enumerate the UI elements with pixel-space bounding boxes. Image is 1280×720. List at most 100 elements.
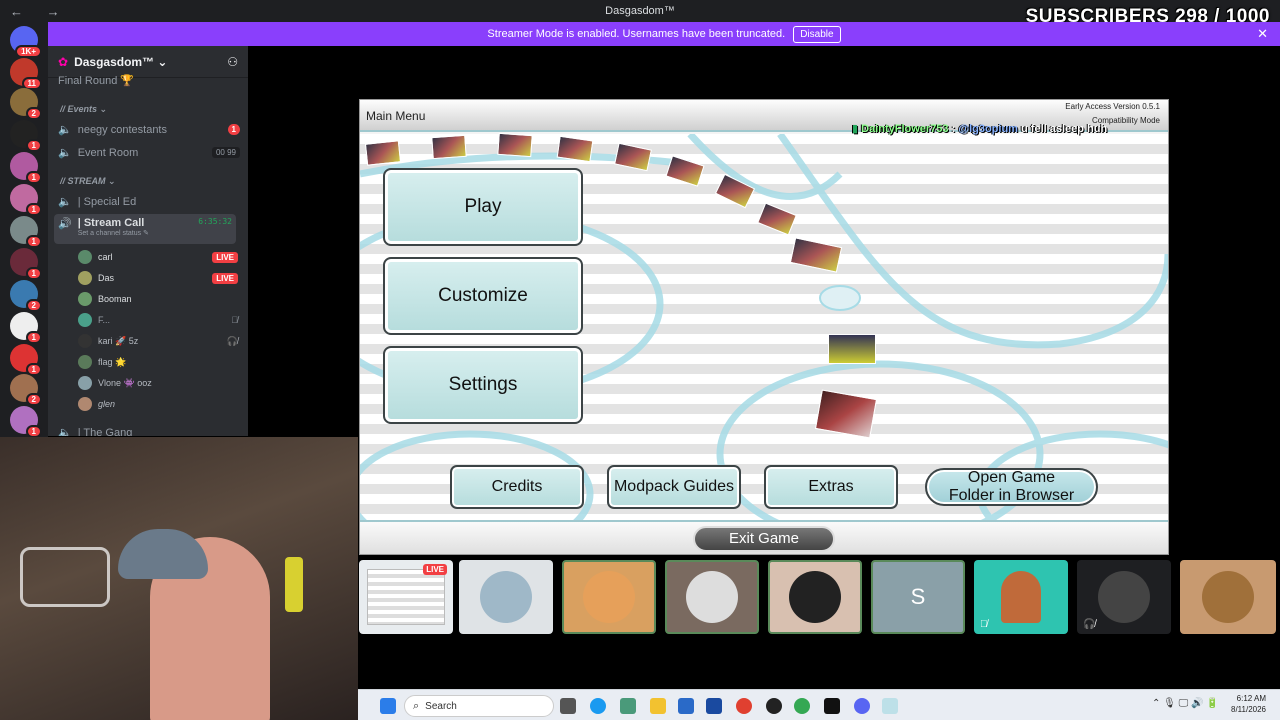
voice-user[interactable]: glen bbox=[78, 397, 238, 411]
edge-icon[interactable] bbox=[590, 698, 606, 714]
chat-username: DaintyFlower753 bbox=[861, 123, 949, 135]
disable-streamer-button[interactable]: Disable bbox=[793, 25, 841, 43]
participant-tile[interactable]: 🎧̸ bbox=[1077, 560, 1171, 634]
channel-the-gang[interactable]: 🔈 | The Gang bbox=[58, 426, 240, 437]
call-timer: 6:35:32 bbox=[198, 217, 232, 226]
server-icon[interactable]: 11 bbox=[10, 58, 42, 90]
participant-tile[interactable] bbox=[665, 560, 759, 634]
thumbnail-image bbox=[497, 132, 533, 158]
server-icon[interactable]: 1 bbox=[10, 248, 42, 280]
speaker-icon: 🔈 bbox=[58, 427, 72, 436]
channel-event-room[interactable]: 🔈 Event Room 00 99 bbox=[58, 146, 240, 159]
game-window: Main Menu Early Access Version 0.5.1 Com… bbox=[359, 99, 1169, 555]
play-button[interactable]: Play bbox=[383, 168, 583, 246]
participant-tile[interactable] bbox=[1180, 560, 1276, 634]
voice-user[interactable]: kari 🚀 5z 🎧̸ bbox=[78, 334, 238, 348]
server-icon[interactable]: 1 bbox=[10, 312, 42, 344]
app-icon[interactable] bbox=[620, 698, 636, 714]
taskbar-search[interactable]: ⌕ Search bbox=[404, 695, 554, 717]
open-folder-button[interactable]: Open Game Folder in Browser bbox=[925, 468, 1098, 506]
guild-name: Dasgasdom™ ⌄ bbox=[74, 54, 168, 69]
webcam-feed bbox=[0, 437, 358, 720]
server-icon[interactable]: 1 bbox=[10, 344, 42, 376]
channel-status[interactable]: Set a channel status ✎ bbox=[78, 229, 149, 237]
category-stream[interactable]: // STREAM ⌄ bbox=[60, 176, 116, 187]
avatar-initial: S bbox=[910, 584, 926, 609]
category-events[interactable]: // Events ⌄ bbox=[60, 104, 107, 115]
deafened-icon: 🎧̸ bbox=[226, 335, 238, 346]
streamer-cap bbox=[118, 529, 208, 579]
participant-tile[interactable] bbox=[459, 560, 553, 634]
channel-stream-call[interactable]: 🔊 | Stream Call Set a channel status ✎ 6… bbox=[54, 214, 236, 244]
server-icon[interactable]: 1 bbox=[10, 406, 42, 438]
voice-user[interactable]: Vlone 👾 ooz bbox=[78, 376, 238, 390]
home-icon[interactable]: 1K+ bbox=[10, 26, 42, 58]
server-icon[interactable]: 2 bbox=[10, 88, 42, 120]
voice-user[interactable]: carl LIVE bbox=[78, 250, 238, 264]
taskview-icon[interactable] bbox=[560, 698, 576, 714]
search-placeholder: Search bbox=[425, 700, 457, 712]
voice-user[interactable]: flag 🌟 bbox=[78, 355, 238, 369]
avatar bbox=[686, 571, 738, 623]
avatar bbox=[1202, 571, 1254, 623]
store-icon[interactable] bbox=[706, 698, 722, 714]
close-icon[interactable]: ✕ bbox=[1257, 26, 1268, 42]
chrome-icon[interactable] bbox=[736, 698, 752, 714]
modpack-guides-button[interactable]: Modpack Guides bbox=[607, 465, 741, 509]
server-icon[interactable]: 1 bbox=[10, 184, 42, 216]
terminal-icon[interactable] bbox=[824, 698, 840, 714]
add-member-icon[interactable]: ⚇ bbox=[227, 55, 238, 69]
voice-user[interactable]: Das LIVE bbox=[78, 271, 238, 285]
channel-special-ed[interactable]: 🔈 | Special Ed bbox=[58, 195, 240, 209]
credits-button[interactable]: Credits bbox=[450, 465, 584, 509]
streamer-mode-text: Streamer Mode is enabled. Usernames have… bbox=[487, 28, 786, 40]
channel-final-round[interactable]: Final Round 🏆 bbox=[58, 74, 240, 87]
user-count: 00 99 bbox=[211, 147, 240, 158]
start-icon[interactable] bbox=[380, 698, 396, 714]
clock[interactable]: 6:12 AM 8/11/2026 bbox=[1231, 693, 1266, 715]
voice-user[interactable]: Booman bbox=[78, 292, 238, 306]
server-icon[interactable]: 1 bbox=[10, 152, 42, 184]
avatar bbox=[1098, 571, 1150, 623]
obs-icon[interactable] bbox=[766, 698, 782, 714]
avatar bbox=[78, 313, 92, 327]
server-icon[interactable]: 2 bbox=[10, 374, 42, 406]
discord-icon[interactable] bbox=[854, 698, 870, 714]
chat-text: u fell asleep huh bbox=[1021, 123, 1108, 135]
streamer-mode-banner: Streamer Mode is enabled. Usernames have… bbox=[48, 22, 1280, 46]
avatar bbox=[78, 292, 92, 306]
chat-mention: @lg3opium bbox=[958, 123, 1018, 135]
main-menu-label: Main Menu bbox=[366, 109, 426, 123]
chrome-icon[interactable] bbox=[794, 698, 810, 714]
participant-tile[interactable] bbox=[768, 560, 862, 634]
bottle bbox=[285, 557, 303, 612]
outlook-icon[interactable] bbox=[678, 698, 694, 714]
server-icon[interactable]: 2 bbox=[10, 280, 42, 312]
exit-game-button[interactable]: Exit Game bbox=[693, 526, 835, 552]
avatar bbox=[78, 250, 92, 264]
folder-icon[interactable] bbox=[650, 698, 666, 714]
channel-neegy-contestants[interactable]: 🔈 neegy contestants 1 bbox=[58, 123, 240, 136]
thumbnail-image bbox=[364, 140, 402, 166]
participant-tile[interactable] bbox=[562, 560, 656, 634]
extras-button[interactable]: Extras bbox=[764, 465, 898, 509]
server-icon[interactable]: 1 bbox=[10, 216, 42, 248]
tray-icons[interactable]: ⌃ 🎙 🖵 🔊 🔋 bbox=[1152, 698, 1219, 709]
muted-icon: 🎙̸ bbox=[980, 619, 988, 630]
participant-tile[interactable]: 🎙̸ bbox=[974, 560, 1068, 634]
thumbnail-image bbox=[828, 334, 876, 364]
speaker-icon: 🔈 bbox=[58, 147, 72, 159]
mention-badge: 1 bbox=[227, 124, 240, 135]
customize-button[interactable]: Customize bbox=[383, 257, 583, 335]
speaker-icon: 🔈 bbox=[58, 196, 72, 208]
participant-tile-stream[interactable]: LIVE bbox=[359, 560, 453, 634]
avatar bbox=[480, 571, 532, 623]
speaker-icon: 🔊 bbox=[58, 218, 72, 230]
avatar bbox=[78, 355, 92, 369]
participant-tile[interactable]: S bbox=[871, 560, 965, 634]
server-icon[interactable]: 1 bbox=[10, 120, 42, 152]
settings-button[interactable]: Settings bbox=[383, 346, 583, 424]
voice-user[interactable]: F... 🎙̸ bbox=[78, 313, 238, 327]
avatar bbox=[78, 334, 92, 348]
app-icon[interactable] bbox=[882, 698, 898, 714]
